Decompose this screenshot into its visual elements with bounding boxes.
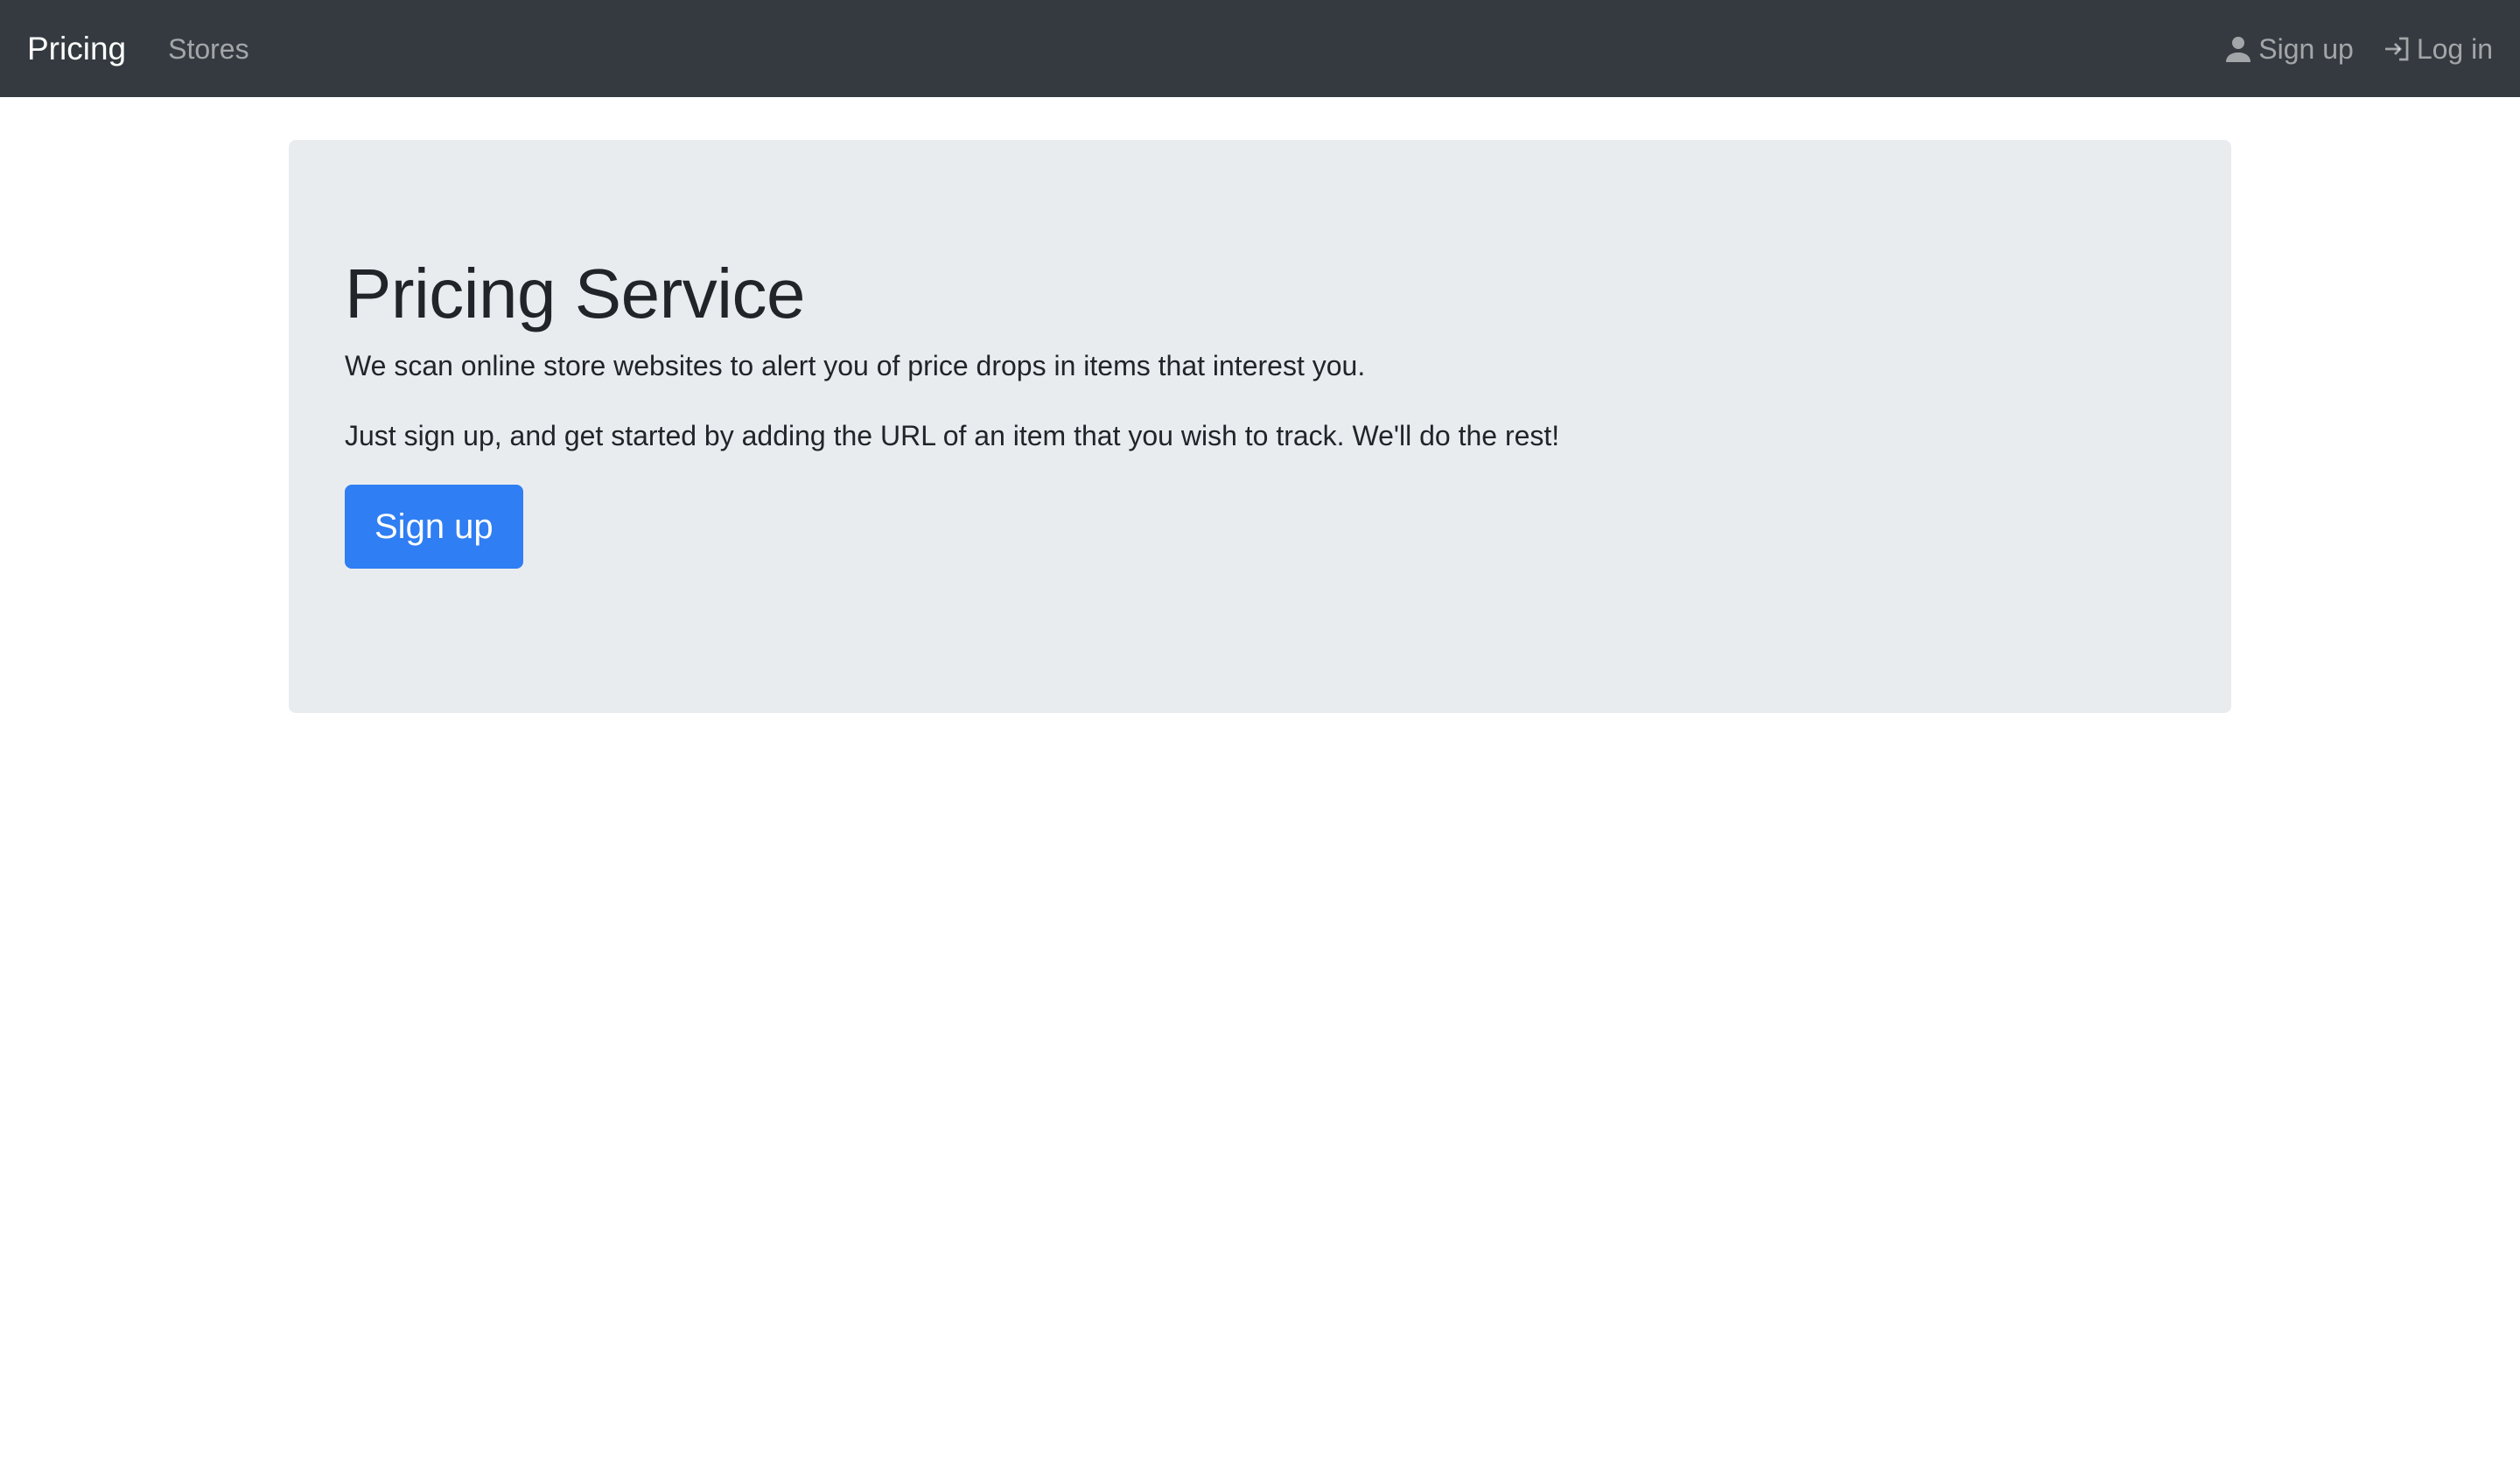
nav-link-sign-up[interactable]: Sign up [2223, 34, 2354, 64]
login-icon [2382, 34, 2412, 64]
hero-description: We scan online store websites to alert y… [345, 350, 1366, 381]
hero-jumbotron: Pricing Service We scan online store web… [289, 140, 2231, 713]
page-title: Pricing Service [345, 255, 806, 332]
sign-up-button[interactable]: Sign up [345, 485, 523, 569]
nav-link-sign-up-label: Sign up [2258, 32, 2354, 65]
hero-instructions: Just sign up, and get started by adding … [345, 420, 1560, 451]
person-icon [2223, 34, 2253, 64]
nav-link-log-in[interactable]: Log in [2382, 34, 2493, 64]
navbar-brand[interactable]: Pricing [27, 32, 126, 65]
nav-link-log-in-label: Log in [2416, 32, 2493, 65]
top-navbar: Pricing Stores Sign up Log in [0, 0, 2520, 97]
nav-link-stores[interactable]: Stores [168, 35, 248, 63]
navbar-right: Sign up Log in [2223, 34, 2493, 64]
